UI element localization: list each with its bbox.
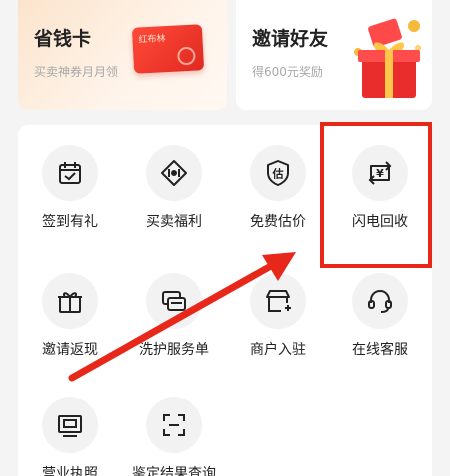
gift-box-icon	[42, 273, 98, 329]
scan-icon	[146, 397, 202, 453]
page: 省钱卡 买卖神券月月领 红布林 邀请好友 得600元奖励 签到有礼 买卖福利 估…	[0, 0, 450, 476]
grid-label-checkin: 签到有礼	[42, 214, 98, 230]
shield-estimate-icon: 估	[250, 145, 306, 201]
grid-label-authentication-query: 鉴定结果查询	[132, 466, 216, 476]
invite-friends-promo[interactable]: 邀请好友 得600元奖励	[236, 0, 432, 110]
grid-item-free-estimate[interactable]: 估 免费估价	[226, 145, 330, 231]
grid-label-invite-cashback: 邀请返现	[42, 342, 98, 358]
gift-box-illustration	[354, 18, 421, 98]
yuan-glyph: ¥	[376, 167, 384, 180]
store-add-icon	[250, 273, 306, 329]
grid-label-free-estimate: 免费估价	[250, 214, 306, 230]
red-card-circle	[176, 46, 196, 66]
license-icon	[42, 397, 98, 453]
invite-subtitle: 得600元奖励	[252, 65, 323, 79]
services-grid: 签到有礼 买卖福利 估 免费估价 ¥ 闪电回收 邀请返现 洗护服务单 商户入驻 …	[18, 125, 432, 476]
estimate-glyph: 估	[272, 167, 284, 181]
promo-row: 省钱卡 买卖神券月月领 红布林 邀请好友 得600元奖励	[0, 0, 450, 110]
grid-label-business-license: 营业执照	[42, 466, 98, 476]
grid-label-laundry-order: 洗护服务单	[139, 342, 209, 358]
grid-label-merchant-join: 商户入驻	[250, 342, 306, 358]
grid-label-online-service: 在线客服	[352, 342, 408, 358]
calendar-check-icon	[42, 145, 98, 201]
savings-card-promo[interactable]: 省钱卡 买卖神券月月领 红布林	[18, 0, 227, 110]
savings-card-subtitle: 买卖神券月月领	[34, 65, 119, 79]
tag-icon	[146, 145, 202, 201]
invite-title: 邀请好友	[252, 28, 329, 50]
savings-card-title: 省钱卡	[34, 28, 92, 50]
grid-item-merchant-join[interactable]: 商户入驻	[226, 273, 330, 359]
cards-icon	[146, 273, 202, 329]
grid-label-trade-benefits: 买卖福利	[146, 214, 202, 230]
grid-item-online-service[interactable]: 在线客服	[328, 273, 432, 359]
grid-item-invite-cashback[interactable]: 邀请返现	[18, 273, 122, 359]
headset-icon	[352, 273, 408, 329]
grid-item-flash-recycle[interactable]: ¥ 闪电回收	[328, 145, 432, 231]
grid-item-business-license[interactable]: 营业执照	[18, 397, 122, 476]
grid-item-laundry-order[interactable]: 洗护服务单	[122, 273, 226, 359]
grid-item-trade-benefits[interactable]: 买卖福利	[122, 145, 226, 231]
yuan-exchange-icon: ¥	[352, 145, 408, 201]
grid-item-checkin[interactable]: 签到有礼	[18, 145, 122, 231]
red-card-text: 红布林	[138, 34, 166, 46]
red-card-image: 红布林	[131, 24, 205, 74]
grid-label-flash-recycle: 闪电回收	[352, 214, 408, 230]
grid-item-authentication-query[interactable]: 鉴定结果查询	[122, 397, 226, 476]
